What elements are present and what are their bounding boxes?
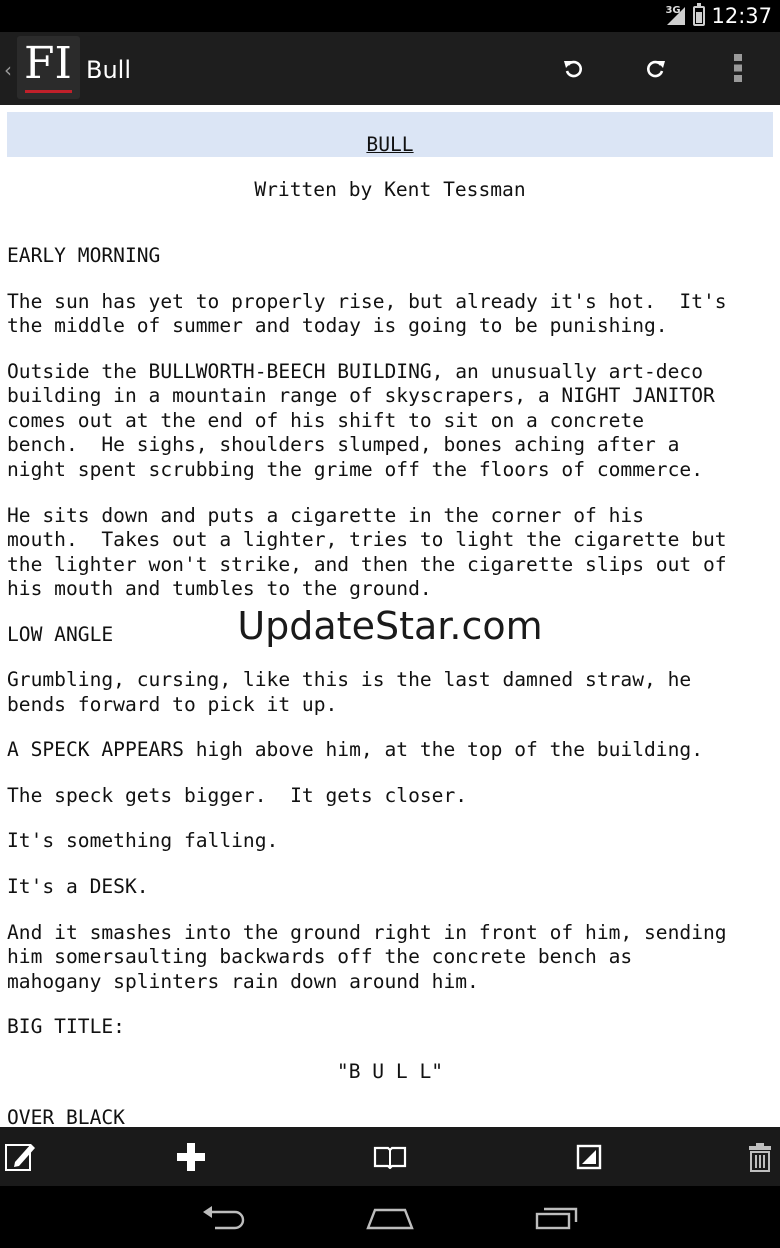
- battery-icon: [693, 3, 706, 26]
- shot-heading: BIG TITLE:: [7, 1015, 125, 1038]
- action-line: mahogany splinters rain down around him.: [7, 970, 479, 993]
- overflow-menu-button[interactable]: [716, 46, 760, 90]
- byline: Written by Kent Tessman: [254, 178, 526, 201]
- watermark: UpdateStar.com: [237, 604, 543, 648]
- action-line: He sits down and puts a cigarette in the…: [7, 504, 645, 527]
- action-line: the lighter won't strike, and then the c…: [7, 553, 727, 576]
- page-button[interactable]: [566, 1134, 612, 1180]
- bottom-toolbar: [0, 1127, 780, 1186]
- action-line: It's something falling.: [7, 829, 279, 852]
- action-line: A SPECK APPEARS high above him, at the t…: [7, 738, 703, 761]
- action-line: him somersaulting backwards off the conc…: [7, 945, 633, 968]
- edit-button[interactable]: [0, 1134, 43, 1180]
- document-title: Bull: [86, 56, 132, 84]
- navigation-bar: [0, 1186, 780, 1248]
- action-line: night spent scrubbing the grime off the …: [7, 458, 703, 481]
- action-line: the middle of summer and today is going …: [7, 314, 668, 337]
- action-line: The sun has yet to properly rise, but al…: [7, 290, 727, 313]
- overflow-menu-icon: [734, 54, 742, 82]
- book-icon: [373, 1146, 407, 1169]
- add-button[interactable]: [168, 1134, 214, 1180]
- up-chevron-icon[interactable]: ‹: [4, 58, 12, 82]
- script-document[interactable]: BULL Written by Kent Tessman EARLY MORNI…: [0, 105, 780, 1127]
- trash-icon: [749, 1143, 771, 1172]
- action-line: his mouth and tumbles to the ground.: [7, 577, 432, 600]
- centered-title: "B U L L": [336, 1060, 444, 1083]
- action-line: bench. He sighs, shoulders slumped, bone…: [7, 433, 680, 456]
- nav-recents-button[interactable]: [525, 1196, 589, 1240]
- add-icon: [177, 1143, 205, 1171]
- action-line: mouth. Takes out a lighter, tries to lig…: [7, 528, 727, 551]
- app-logo-text: FI: [24, 38, 72, 89]
- network-type: 3G: [665, 5, 681, 16]
- logo-rule: [25, 90, 72, 93]
- redo-icon: [647, 60, 665, 78]
- action-line: bends forward to pick it up.: [7, 693, 338, 716]
- page-icon: [576, 1144, 602, 1170]
- status-bar: 3G 12:37: [0, 0, 780, 32]
- action-line: building in a mountain range of skyscrap…: [7, 384, 715, 407]
- recents-icon: [535, 1207, 578, 1230]
- action-line: It's a DESK.: [7, 875, 149, 898]
- action-line: Grumbling, cursing, like this is the las…: [7, 668, 692, 691]
- edit-icon: [5, 1144, 35, 1171]
- trash-button[interactable]: [737, 1134, 780, 1180]
- undo-icon: [564, 60, 582, 78]
- action-line: comes out at the end of his shift to sit…: [7, 409, 645, 432]
- scene-heading: EARLY MORNING: [7, 244, 161, 267]
- app-logo[interactable]: FI: [17, 36, 80, 99]
- nav-home-button[interactable]: [358, 1196, 422, 1240]
- book-button[interactable]: [367, 1134, 413, 1180]
- nav-back-button[interactable]: [192, 1196, 256, 1240]
- back-icon: [203, 1206, 245, 1230]
- redo-button[interactable]: [634, 46, 678, 90]
- clock: 12:37: [711, 4, 772, 28]
- signal-icon: 3G: [665, 5, 687, 27]
- action-line: The speck gets bigger. It gets closer.: [7, 784, 468, 807]
- home-icon: [366, 1208, 414, 1230]
- action-line: Outside the BULLWORTH-BEECH BUILDING, an…: [7, 360, 703, 383]
- action-line: And it smashes into the ground right in …: [7, 921, 727, 944]
- undo-button[interactable]: [551, 46, 595, 90]
- transition-heading: OVER BLACK: [7, 1106, 125, 1127]
- script-title: BULL: [366, 133, 414, 156]
